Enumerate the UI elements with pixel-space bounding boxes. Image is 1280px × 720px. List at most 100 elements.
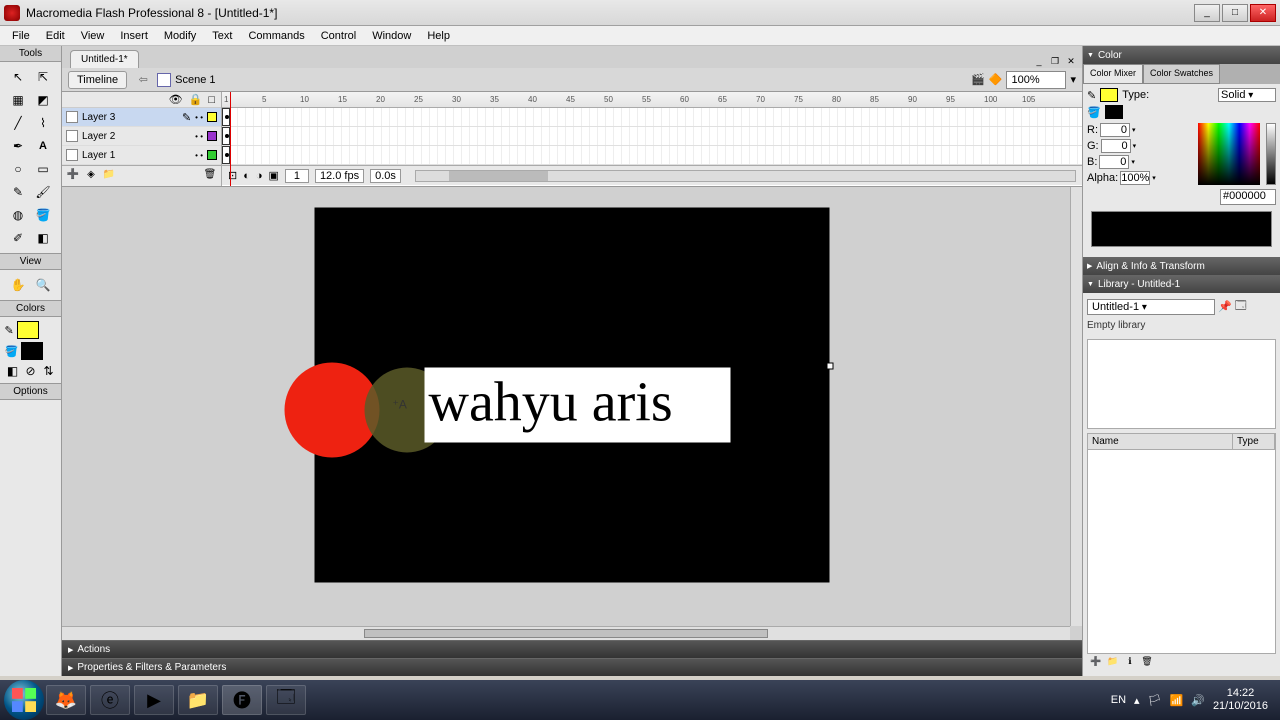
layer-row[interactable]: Layer 2 • • <box>62 127 221 146</box>
new-folder-icon[interactable]: 📁 <box>1106 656 1120 670</box>
system-clock[interactable]: 14:22 21/10/2016 <box>1213 687 1268 713</box>
taskbar-flash[interactable]: 🅕 <box>222 685 262 715</box>
align-panel-header[interactable]: Align & Info & Transform <box>1083 257 1280 275</box>
b-value[interactable]: 0 <box>1099 155 1129 169</box>
add-layer-icon[interactable]: ➕ <box>66 169 80 183</box>
frame-row[interactable] <box>222 146 1082 165</box>
color-spectrum[interactable] <box>1198 123 1260 185</box>
fill-color-swatch[interactable] <box>1105 105 1123 119</box>
delete-icon[interactable]: 🗑 <box>1140 656 1154 670</box>
layer-color-swatch[interactable] <box>207 150 217 160</box>
timeline-scrollbar[interactable] <box>415 170 1076 182</box>
pin-icon[interactable]: 📌 <box>1218 300 1232 313</box>
add-guide-icon[interactable]: ◈ <box>84 169 98 183</box>
language-indicator[interactable]: EN <box>1111 694 1126 706</box>
tray-icon[interactable]: ▴ <box>1134 694 1140 707</box>
layer-color-swatch[interactable] <box>207 112 217 122</box>
properties-panel-header[interactable]: Properties & Filters & Parameters <box>62 658 1082 676</box>
layer-row[interactable]: Layer 1 • • <box>62 146 221 165</box>
frame-row[interactable] <box>222 108 1082 127</box>
action-center-icon[interactable]: 🏳 <box>1148 694 1162 707</box>
edit-multiple-icon[interactable]: ▣ <box>269 169 279 182</box>
library-doc-select[interactable]: Untitled-1 ▾ <box>1087 299 1215 315</box>
eye-icon[interactable]: 👁 <box>169 93 183 106</box>
zoom-level[interactable]: 100% <box>1006 71 1066 89</box>
vertical-scrollbar[interactable] <box>1070 187 1082 626</box>
new-symbol-icon[interactable]: ➕ <box>1089 656 1103 670</box>
stroke-color[interactable] <box>17 321 39 339</box>
stage-canvas[interactable]: wahyu aris ⁺A <box>315 208 830 583</box>
stroke-color-swatch[interactable] <box>1100 88 1118 102</box>
ink-bottle-tool[interactable]: ◍ <box>6 204 30 226</box>
brush-tool[interactable]: 🖌 <box>31 181 55 203</box>
hex-value[interactable]: #000000 <box>1220 189 1276 205</box>
eyedropper-tool[interactable]: ✐ <box>6 227 30 249</box>
menu-modify[interactable]: Modify <box>156 28 204 44</box>
keyframe-icon[interactable] <box>222 146 230 164</box>
text-resize-handle[interactable] <box>827 363 834 370</box>
swap-colors-icon[interactable]: ⇅ <box>41 363 57 379</box>
layer-name[interactable]: Layer 1 <box>82 150 191 161</box>
g-value[interactable]: 0 <box>1101 139 1131 153</box>
properties-icon[interactable]: ℹ <box>1123 656 1137 670</box>
selection-tool[interactable]: ↖ <box>6 66 30 88</box>
layer-name[interactable]: Layer 2 <box>82 131 191 142</box>
col-header-type[interactable]: Type <box>1233 434 1275 449</box>
menu-edit[interactable]: Edit <box>38 28 73 44</box>
lasso-tool[interactable]: ⌇ <box>31 112 55 134</box>
taskbar-ie[interactable]: ⓔ <box>90 685 130 715</box>
gradient-transform-tool[interactable]: ◩ <box>31 89 55 111</box>
menu-insert[interactable]: Insert <box>112 28 156 44</box>
rectangle-tool[interactable]: ▭ <box>31 158 55 180</box>
playhead[interactable] <box>230 92 231 186</box>
start-button[interactable] <box>4 680 44 720</box>
color-panel-header[interactable]: Color <box>1083 46 1280 64</box>
new-lib-icon[interactable]: 🗔 <box>1235 297 1247 316</box>
menu-view[interactable]: View <box>73 28 113 44</box>
add-folder-icon[interactable]: 📁 <box>102 169 116 183</box>
fill-type-select[interactable]: Solid ▾ <box>1218 88 1276 102</box>
back-arrow-icon[interactable]: ⇦ <box>135 73 151 86</box>
menu-help[interactable]: Help <box>419 28 458 44</box>
oval-tool[interactable]: ○ <box>6 158 30 180</box>
onion-outline-icon[interactable]: ◑ <box>256 170 263 182</box>
taskbar-media[interactable]: ▶ <box>134 685 174 715</box>
library-list[interactable] <box>1087 450 1276 654</box>
tab-color-swatches[interactable]: Color Swatches <box>1143 64 1220 84</box>
eraser-tool[interactable]: ◧ <box>31 227 55 249</box>
text-object[interactable]: wahyu aris <box>425 368 731 443</box>
frame-row[interactable] <box>222 127 1082 146</box>
menu-commands[interactable]: Commands <box>240 28 312 44</box>
doc-restore-icon[interactable]: ❐ <box>1048 54 1062 68</box>
timeline-ruler[interactable]: 1510152025303540455055606570758085909510… <box>222 92 1082 108</box>
r-value[interactable]: 0 <box>1100 123 1130 137</box>
minimize-button[interactable]: _ <box>1194 4 1220 22</box>
luminance-slider[interactable] <box>1266 123 1276 185</box>
horizontal-scrollbar[interactable] <box>62 626 1070 640</box>
hand-tool[interactable]: ✋ <box>6 274 30 296</box>
fill-color[interactable] <box>21 342 43 360</box>
taskbar-firefox[interactable]: 🦊 <box>46 685 86 715</box>
network-icon[interactable]: 📶 <box>1170 694 1184 707</box>
edit-scene-icon[interactable]: 🎬 <box>971 73 985 86</box>
paint-bucket-tool[interactable]: 🪣 <box>31 204 55 226</box>
delete-layer-icon[interactable]: 🗑 <box>203 169 217 183</box>
onion-skin-icon[interactable]: ◐ <box>243 170 250 182</box>
timeline-toggle-button[interactable]: Timeline <box>68 71 127 89</box>
document-tab[interactable]: Untitled-1* <box>70 50 139 68</box>
col-header-name[interactable]: Name <box>1088 434 1233 449</box>
text-tool[interactable]: A <box>31 135 55 157</box>
keyframe-icon[interactable] <box>222 127 230 145</box>
layer-color-swatch[interactable] <box>207 131 217 141</box>
free-transform-tool[interactable]: ▦ <box>6 89 30 111</box>
keyframe-icon[interactable] <box>222 108 230 126</box>
library-panel-header[interactable]: Library - Untitled-1 <box>1083 275 1280 293</box>
maximize-button[interactable]: □ <box>1222 4 1248 22</box>
doc-close-icon[interactable]: ✕ <box>1064 54 1078 68</box>
pencil-tool[interactable]: ✎ <box>6 181 30 203</box>
zoom-dropdown-icon[interactable]: ▾ <box>1070 73 1076 86</box>
taskbar-explorer[interactable]: 📁 <box>178 685 218 715</box>
outline-icon[interactable]: □ <box>208 94 215 106</box>
menu-file[interactable]: File <box>4 28 38 44</box>
layer-name[interactable]: Layer 3 <box>82 112 178 123</box>
